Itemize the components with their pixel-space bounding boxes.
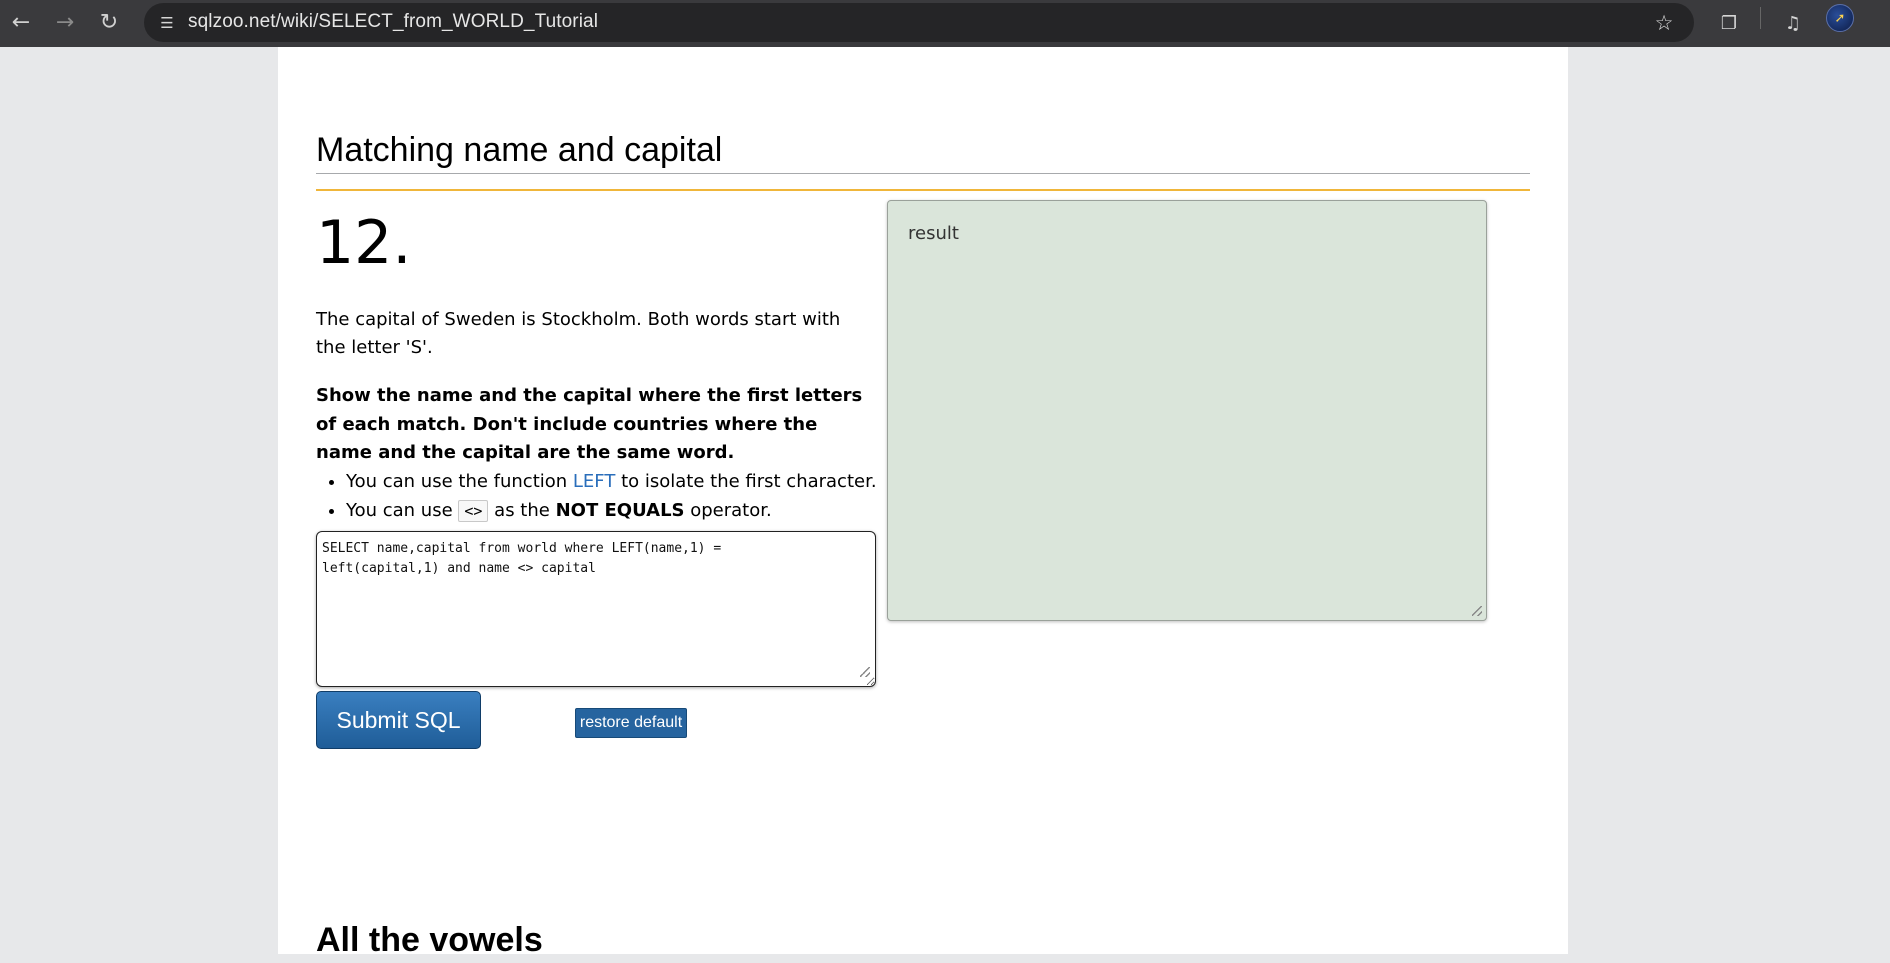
left-function-link[interactable]: LEFT	[573, 471, 615, 492]
back-button[interactable]: ←	[6, 8, 36, 38]
address-bar[interactable]: ☰ sqlzoo.net/wiki/SELECT_from_WORLD_Tuto…	[144, 3, 1694, 42]
site-info-icon[interactable]: ☰	[154, 10, 180, 36]
not-equals-code: <>	[458, 500, 489, 522]
reload-button[interactable]: ↻	[94, 8, 124, 38]
forward-button[interactable]: →	[50, 8, 80, 38]
result-label: result	[908, 223, 959, 244]
hint-text: operator.	[684, 500, 772, 521]
reload-icon: ↻	[99, 10, 119, 35]
hint-item-not-equals: You can use <> as the NOT EQUALS operato…	[346, 496, 877, 526]
question-task: Show the name and the capital where the …	[316, 385, 863, 463]
next-section-title: All the vowels	[316, 921, 543, 959]
hint-text: You can use	[346, 500, 459, 521]
editor-resize-handle[interactable]	[860, 667, 870, 677]
page-content: Matching name and capital 12. The capita…	[278, 47, 1568, 959]
submit-sql-button[interactable]: Submit SQL	[316, 691, 481, 749]
browser-toolbar: ← → ↻ ☰ sqlzoo.net/wiki/SELECT_from_WORL…	[0, 0, 1890, 47]
arrow-left-icon: ←	[11, 10, 31, 35]
profile-avatar[interactable]: ➚	[1826, 4, 1854, 32]
hint-item-left: You can use the function LEFT to isolate…	[346, 467, 877, 496]
toolbar-divider	[1760, 7, 1761, 29]
not-equals-label: NOT EQUALS	[555, 500, 685, 521]
arrow-right-icon: →	[55, 10, 75, 35]
question-number: 12.	[316, 208, 412, 278]
hint-list: You can use the function LEFT to isolate…	[316, 467, 877, 526]
url-text[interactable]: sqlzoo.net/wiki/SELECT_from_WORLD_Tutori…	[188, 11, 598, 33]
bookmark-star-icon[interactable]: ☆	[1650, 9, 1678, 37]
restore-default-button[interactable]: restore default	[575, 708, 687, 738]
result-panel: result	[887, 200, 1487, 621]
section-divider	[316, 189, 1530, 191]
hint-text: as the	[488, 500, 556, 521]
result-resize-handle[interactable]	[1472, 606, 1482, 616]
extensions-icon[interactable]: ❐	[1714, 8, 1744, 38]
hint-text: to isolate the first character.	[615, 471, 877, 492]
section-title: Matching name and capital	[316, 127, 1530, 174]
reading-list-icon[interactable]: ♫	[1778, 8, 1808, 38]
sql-editor[interactable]: SELECT name,capital from world where LEF…	[316, 531, 876, 687]
profile-icon: ➚	[1834, 10, 1846, 26]
question-intro: The capital of Sweden is Stockholm. Both…	[316, 309, 841, 358]
hint-text: You can use the function	[346, 471, 573, 492]
